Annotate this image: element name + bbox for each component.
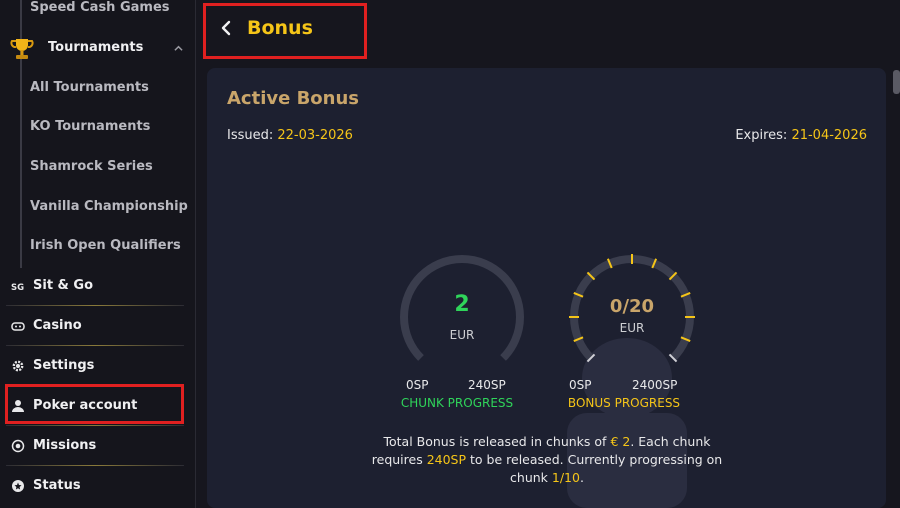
gear-icon xyxy=(12,360,24,372)
issued-label: Issued: xyxy=(227,128,274,143)
chunk-progress-label: CHUNK PROGRESS xyxy=(400,396,514,410)
sidebar-item-label: Tournaments xyxy=(48,40,144,55)
sidebar-item-missions[interactable]: Missions xyxy=(0,426,196,466)
sidebar-item-label: Settings xyxy=(33,358,95,373)
sidebar-item-tournaments[interactable]: Tournaments xyxy=(0,28,196,68)
chunk-min: 0SP xyxy=(406,378,429,392)
sidebar-item-shamrock-series[interactable]: Shamrock Series xyxy=(0,147,196,187)
chunk-value: 2 xyxy=(454,292,470,317)
sidebar-item-sit-and-go[interactable]: SG Sit & Go xyxy=(0,266,196,306)
target-icon xyxy=(11,439,25,453)
sidebar-item-label: Speed Cash Games xyxy=(30,0,170,15)
sidebar-item-label: Status xyxy=(33,478,81,493)
sidebar-item-label: Irish Open Qualifiers xyxy=(30,238,181,253)
issued-value: 22-03-2026 xyxy=(277,128,353,143)
description-text: Total Bonus is released in chunks of xyxy=(383,434,611,449)
expires-date: Expires: 21-04-2026 xyxy=(735,128,867,143)
bonus-description: Total Bonus is released in chunks of € 2… xyxy=(357,433,737,487)
svg-text:SG: SG xyxy=(11,283,24,293)
gamepad-icon xyxy=(11,322,25,331)
chevron-up-icon[interactable] xyxy=(174,44,183,53)
current-chunk: 1/10 xyxy=(551,470,580,485)
highlight-box xyxy=(5,384,184,424)
bonus-value: 0/20 xyxy=(609,296,655,317)
bonus-progress-gauge xyxy=(569,254,695,379)
sidebar-item-label: Sit & Go xyxy=(33,278,94,293)
badge-icon xyxy=(12,480,24,492)
chunk-unit: EUR xyxy=(449,328,475,342)
sidebar-item-label: Casino xyxy=(33,318,82,333)
chevron-left-icon[interactable] xyxy=(216,14,236,42)
issued-date: Issued: 22-03-2026 xyxy=(227,128,353,143)
sidebar-item-speed-cash-games[interactable]: Speed Cash Games xyxy=(0,0,196,28)
page-title: Bonus xyxy=(247,17,313,39)
bonus-max: 2400SP xyxy=(632,378,678,392)
bonus-progress-label: BONUS PROGRESS xyxy=(567,396,681,410)
sidebar-item-status[interactable]: Status xyxy=(0,466,196,506)
chunk-progress-gauge xyxy=(400,255,525,379)
chunk-amount: € 2 xyxy=(610,434,631,449)
scrollbar-thumb[interactable] xyxy=(893,70,900,94)
trophy-icon xyxy=(10,39,34,59)
card-title: Active Bonus xyxy=(227,88,360,109)
chunk-sp-required: 240SP xyxy=(426,452,467,467)
sidebar: Speed Cash Games Tournaments All Tournam… xyxy=(0,0,196,508)
description-text: . xyxy=(579,470,584,485)
sidebar-item-ko-tournaments[interactable]: KO Tournaments xyxy=(0,107,196,147)
description-text: to be released. Currently progressing on… xyxy=(466,452,723,485)
sidebar-item-label: Vanilla Championship xyxy=(30,199,188,214)
sidebar-item-settings[interactable]: Settings xyxy=(0,346,196,386)
sidebar-item-label: All Tournaments xyxy=(30,80,149,95)
bonus-unit: EUR xyxy=(619,321,645,335)
sidebar-item-label: Missions xyxy=(33,438,97,453)
sidebar-item-all-tournaments[interactable]: All Tournaments xyxy=(0,68,196,108)
expires-label: Expires: xyxy=(735,128,788,143)
sidebar-item-casino[interactable]: Casino xyxy=(0,306,196,346)
active-bonus-card: Active Bonus Issued: 22-03-2026 Expires:… xyxy=(207,68,886,508)
sidebar-item-vanilla-championship[interactable]: Vanilla Championship xyxy=(0,187,196,227)
chunk-max: 240SP xyxy=(468,378,506,392)
sit-and-go-icon: SG xyxy=(11,283,24,293)
sidebar-item-label: KO Tournaments xyxy=(30,119,151,134)
expires-value: 21-04-2026 xyxy=(791,128,867,143)
sidebar-item-irish-open-qualifiers[interactable]: Irish Open Qualifiers xyxy=(0,226,196,266)
sidebar-item-label: Shamrock Series xyxy=(30,159,153,174)
bonus-min: 0SP xyxy=(569,378,592,392)
